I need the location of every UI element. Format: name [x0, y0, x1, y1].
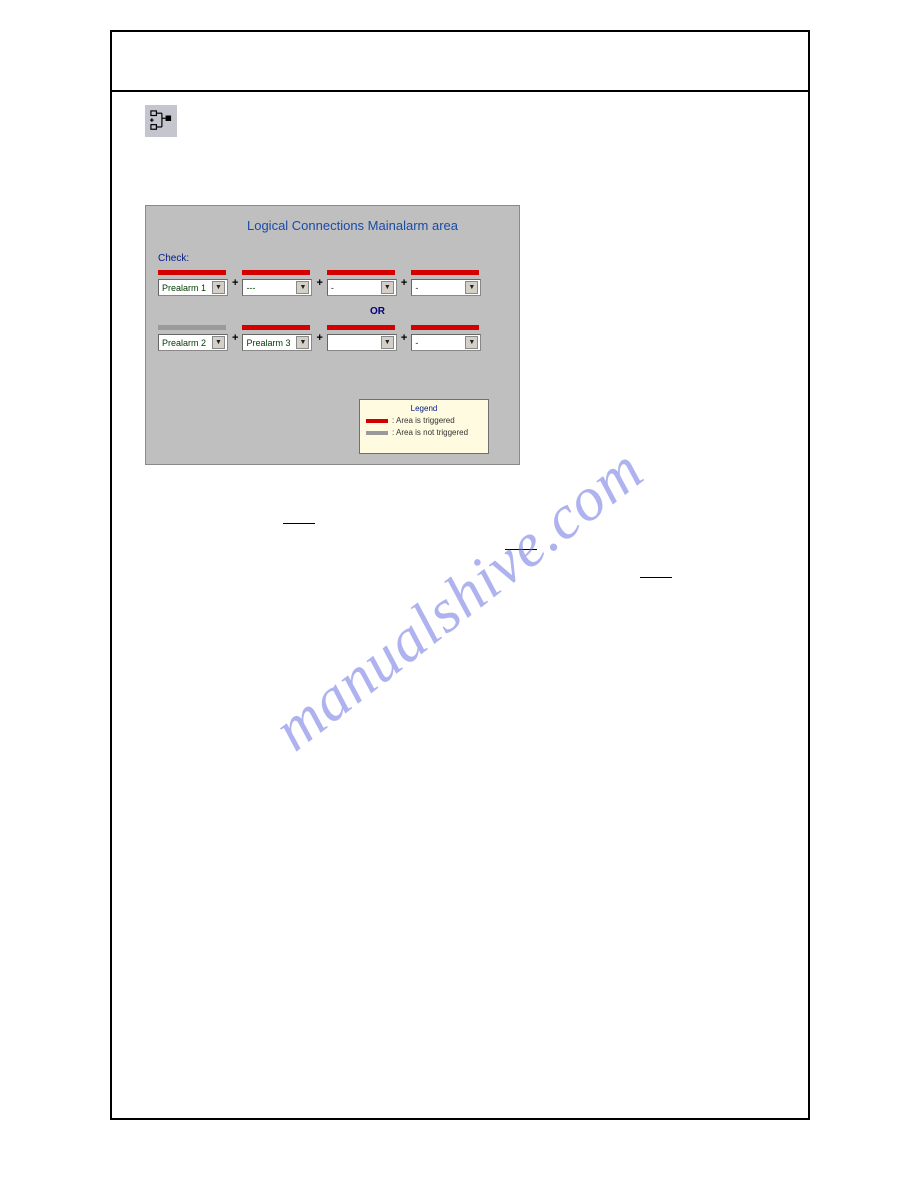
select-value: - [331, 283, 334, 293]
prealarm-select-1-2[interactable]: --- ▼ [242, 279, 312, 296]
prealarm-select-1-3[interactable]: - ▼ [327, 279, 397, 296]
legend-row-not-triggered: : Area is not triggered [366, 428, 482, 437]
divider-line [283, 523, 315, 524]
legend-box: Legend : Area is triggered : Area is not… [359, 399, 489, 454]
select-value: Prealarm 3 [246, 338, 290, 348]
prealarm-select-2-3[interactable]: ▼ [327, 334, 397, 351]
logical-connections-panel: Logical Connections Mainalarm area Check… [145, 205, 520, 465]
prealarm-select-2-2[interactable]: Prealarm 3 ▼ [242, 334, 312, 351]
plus-operator: + [316, 277, 322, 289]
or-label: OR [242, 306, 513, 317]
header-rule [110, 90, 810, 92]
prealarm-select-1-4[interactable]: - ▼ [411, 279, 481, 296]
select-value: - [415, 283, 418, 293]
slot-2-4: - ▼ [411, 325, 481, 351]
status-bar [411, 270, 479, 275]
divider-line [505, 549, 537, 550]
select-value: - [415, 338, 418, 348]
legend-text: : Area is not triggered [392, 428, 468, 437]
chevron-down-icon: ▼ [381, 281, 394, 294]
chevron-down-icon: ▼ [212, 281, 225, 294]
plus-operator: + [232, 277, 238, 289]
prealarm-select-2-1[interactable]: Prealarm 2 ▼ [158, 334, 228, 351]
slot-2-1: Prealarm 2 ▼ [158, 325, 228, 351]
chevron-down-icon: ▼ [465, 281, 478, 294]
status-bar [411, 325, 479, 330]
chevron-down-icon: ▼ [465, 336, 478, 349]
chevron-down-icon: ▼ [296, 281, 309, 294]
slot-1-2: --- ▼ [242, 270, 312, 296]
select-value: --- [246, 283, 255, 293]
logic-connections-icon [145, 105, 177, 137]
legend-title: Legend [366, 404, 482, 413]
slot-2-3: ▼ [327, 325, 397, 351]
plus-operator: + [316, 332, 322, 344]
legend-row-triggered: : Area is triggered [366, 416, 482, 425]
prealarm-select-1-1[interactable]: Prealarm 1 ▼ [158, 279, 228, 296]
legend-swatch-red [366, 419, 388, 423]
status-bar [158, 270, 226, 275]
chevron-down-icon: ▼ [212, 336, 225, 349]
divider-line [640, 577, 672, 578]
prealarm-select-2-4[interactable]: - ▼ [411, 334, 481, 351]
status-bar [327, 270, 395, 275]
status-bar [158, 325, 226, 330]
legend-text: : Area is triggered [392, 416, 455, 425]
slot-1-3: - ▼ [327, 270, 397, 296]
select-value: Prealarm 1 [162, 283, 206, 293]
slot-1-4: - ▼ [411, 270, 481, 296]
slot-2-2: Prealarm 3 ▼ [242, 325, 312, 351]
condition-row-2: Prealarm 2 ▼ + Prealarm 3 ▼ + ▼ + - ▼ [158, 325, 507, 351]
plus-operator: + [232, 332, 238, 344]
slot-1-1: Prealarm 1 ▼ [158, 270, 228, 296]
status-bar [327, 325, 395, 330]
plus-operator: + [401, 332, 407, 344]
status-bar [242, 270, 310, 275]
status-bar [242, 325, 310, 330]
legend-swatch-grey [366, 431, 388, 435]
chevron-down-icon: ▼ [296, 336, 309, 349]
check-label: Check: [158, 253, 513, 264]
chevron-down-icon: ▼ [381, 336, 394, 349]
page-border [110, 30, 810, 1120]
plus-operator: + [401, 277, 407, 289]
select-value: Prealarm 2 [162, 338, 206, 348]
condition-row-1: Prealarm 1 ▼ + --- ▼ + - ▼ + - ▼ [158, 270, 507, 296]
panel-title: Logical Connections Mainalarm area [192, 218, 513, 233]
